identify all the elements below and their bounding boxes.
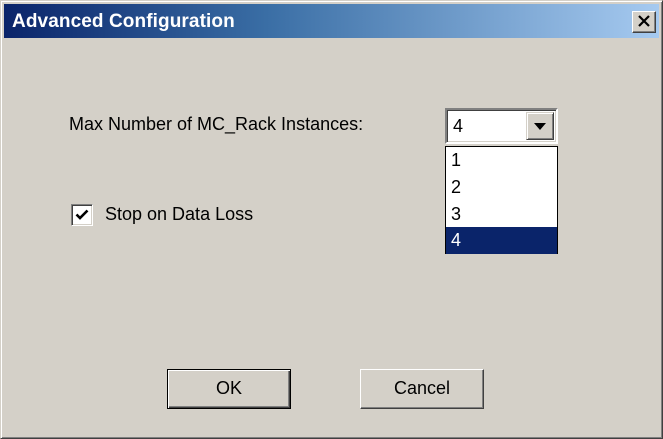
close-button[interactable] bbox=[632, 11, 656, 33]
dropdown-option-1[interactable]: 1 bbox=[446, 147, 557, 174]
stop-on-data-loss-label[interactable]: Stop on Data Loss bbox=[105, 204, 253, 225]
max-instances-combobox[interactable]: 4 bbox=[445, 108, 558, 144]
max-instances-dropdown-list[interactable]: 1 2 3 4 bbox=[445, 146, 558, 254]
dialog-title: Advanced Configuration bbox=[12, 11, 235, 32]
dropdown-option-3[interactable]: 3 bbox=[446, 201, 557, 228]
chevron-down-icon bbox=[534, 123, 546, 130]
advanced-configuration-dialog: Advanced Configuration Max Number of MC_… bbox=[0, 0, 663, 439]
cancel-button[interactable]: Cancel bbox=[360, 369, 484, 409]
title-bar[interactable]: Advanced Configuration bbox=[4, 4, 659, 38]
max-instances-label: Max Number of MC_Rack Instances: bbox=[69, 114, 364, 134]
close-icon bbox=[638, 15, 650, 27]
max-instances-value: 4 bbox=[453, 116, 464, 136]
checkmark-icon bbox=[75, 209, 89, 220]
dropdown-option-4[interactable]: 4 bbox=[446, 227, 557, 254]
ok-button[interactable]: OK bbox=[167, 369, 291, 409]
stop-on-data-loss-checkbox[interactable] bbox=[71, 204, 93, 226]
dropdown-arrow-button[interactable] bbox=[526, 112, 554, 140]
dropdown-option-2[interactable]: 2 bbox=[446, 174, 557, 201]
